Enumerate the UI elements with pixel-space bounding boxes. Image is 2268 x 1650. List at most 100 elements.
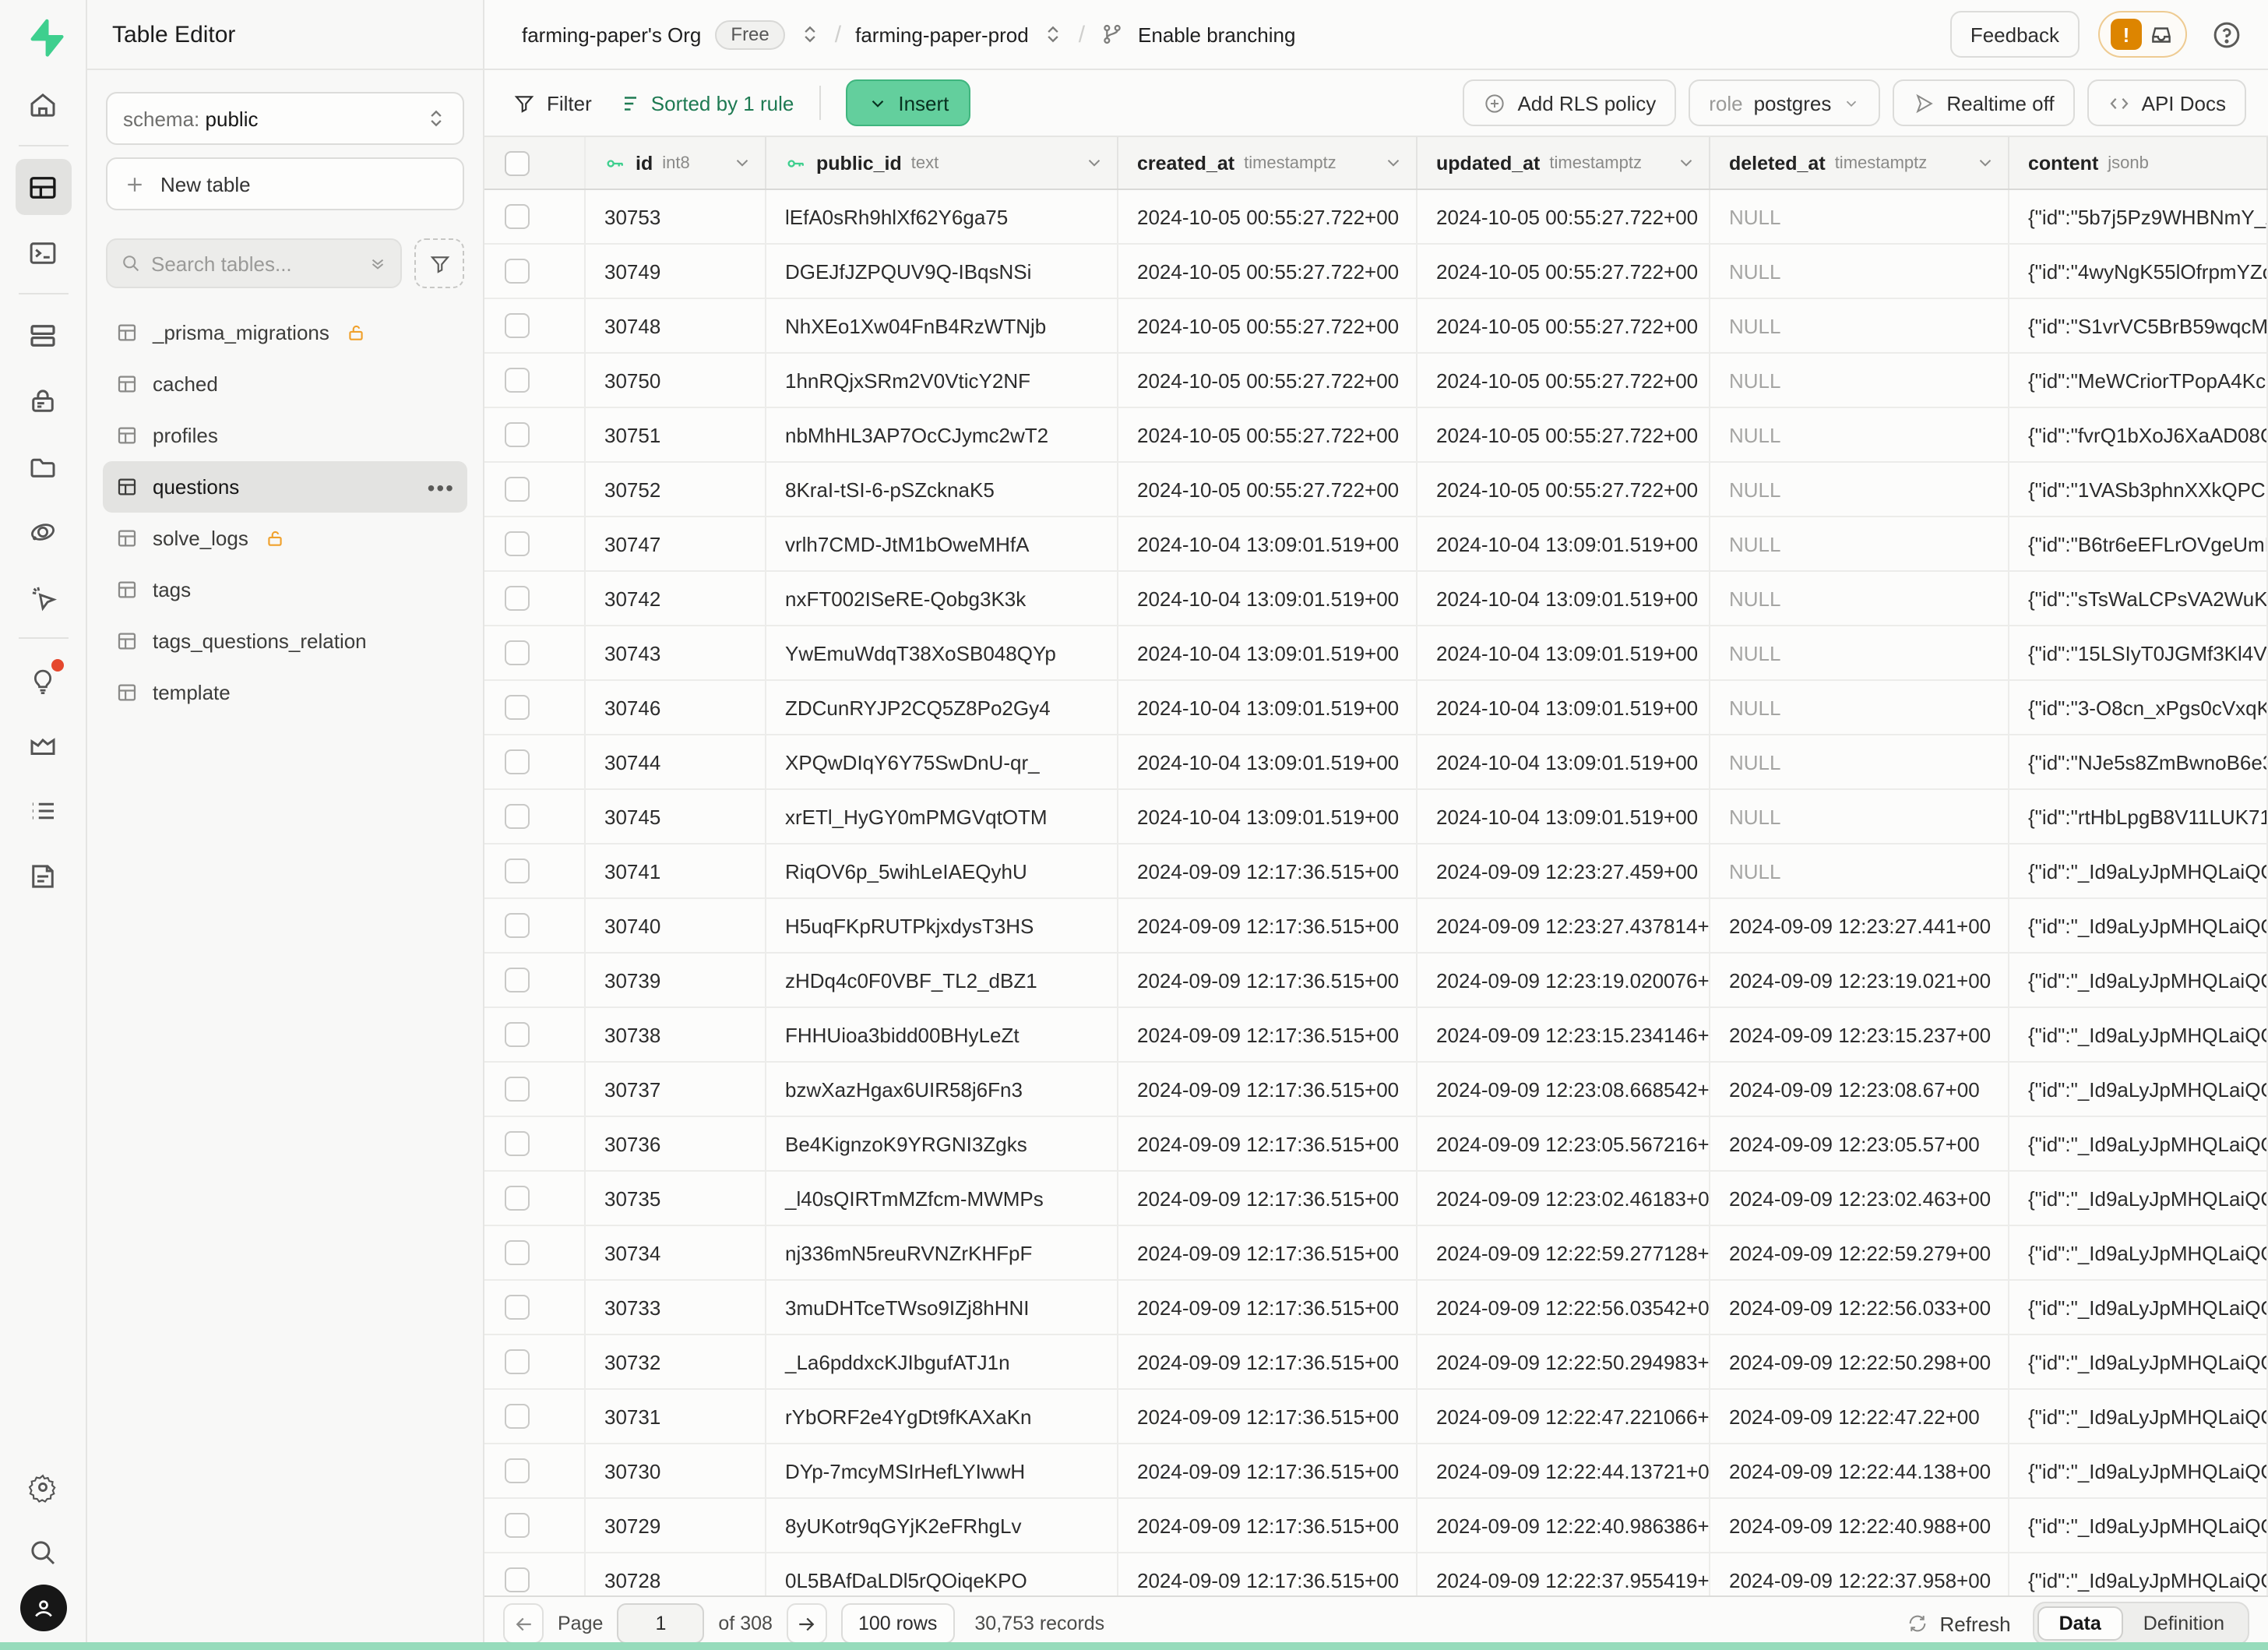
cell-public-id[interactable]: YwEmuWdqT38XoSB048QYp: [766, 626, 1118, 679]
cell-public-id[interactable]: 3muDHTceTWso9IZj8hHNI: [766, 1281, 1118, 1334]
table-options-button[interactable]: •••: [428, 474, 455, 499]
cell-created-at[interactable]: 2024-10-04 13:09:01.519+00: [1118, 681, 1418, 734]
cell-updated-at[interactable]: 2024-09-09 12:22:59.277128+00: [1418, 1226, 1710, 1279]
cell-deleted-at[interactable]: NULL: [1710, 790, 2009, 843]
tab-data[interactable]: Data: [2037, 1606, 2123, 1641]
sidebar-table-tags[interactable]: tags: [103, 564, 467, 615]
cell-updated-at[interactable]: 2024-09-09 12:22:56.03542+00: [1418, 1281, 1710, 1334]
sidebar-table-solve_logs[interactable]: solve_logs: [103, 513, 467, 564]
search-tables-input[interactable]: Search tables...: [106, 238, 402, 288]
chevrons-up-down-icon[interactable]: [1043, 23, 1065, 45]
cell-updated-at[interactable]: 2024-10-05 00:55:27.722+00: [1418, 190, 1710, 243]
cell-updated-at[interactable]: 2024-09-09 12:22:44.13721+00: [1418, 1444, 1710, 1497]
cell-deleted-at[interactable]: NULL: [1710, 735, 2009, 788]
add-rls-policy-button[interactable]: Add RLS policy: [1463, 79, 1676, 126]
cell-id[interactable]: 30752: [586, 463, 766, 516]
chevron-down-icon[interactable]: [1383, 153, 1403, 173]
chevrons-up-down-icon[interactable]: [799, 23, 821, 45]
row-checkbox[interactable]: [505, 640, 530, 665]
cell-content[interactable]: {"id":"5b7j5Pz9WHBNmY_A: [2009, 190, 2268, 243]
cell-content[interactable]: {"id":"3-O8cn_xPgs0cVxqKB: [2009, 681, 2268, 734]
cell-id[interactable]: 30753: [586, 190, 766, 243]
cell-deleted-at[interactable]: NULL: [1710, 463, 2009, 516]
cell-content[interactable]: {"id":"_Id9aLyJpMHQLaiQG: [2009, 899, 2268, 952]
cell-deleted-at[interactable]: 2024-09-09 12:22:40.988+00: [1710, 1499, 2009, 1552]
cell-updated-at[interactable]: 2024-09-09 12:22:37.955419+00: [1418, 1553, 1710, 1595]
cell-created-at[interactable]: 2024-10-05 00:55:27.722+00: [1118, 190, 1418, 243]
sidebar-item-sql-editor[interactable]: [15, 224, 71, 280]
cell-updated-at[interactable]: 2024-09-09 12:22:50.294983+00: [1418, 1335, 1710, 1388]
cell-content[interactable]: {"id":"_Id9aLyJpMHQLaiQG: [2009, 1553, 2268, 1595]
role-select[interactable]: role postgres: [1689, 79, 1879, 126]
cell-content[interactable]: {"id":"15LSIyT0JGMf3Kl4Vn: [2009, 626, 2268, 679]
row-checkbox[interactable]: [505, 968, 530, 992]
cell-created-at[interactable]: 2024-10-04 13:09:01.519+00: [1118, 735, 1418, 788]
cell-updated-at[interactable]: 2024-09-09 12:23:19.020076+00: [1418, 954, 1710, 1007]
cell-public-id[interactable]: 1hnRQjxSRm2V0VticY2NF: [766, 354, 1118, 407]
notifications-button[interactable]: !: [2098, 11, 2187, 58]
cell-updated-at[interactable]: 2024-09-09 12:23:05.567216+00: [1418, 1117, 1710, 1170]
row-checkbox[interactable]: [505, 586, 530, 611]
cell-created-at[interactable]: 2024-09-09 12:17:36.515+00: [1118, 1226, 1418, 1279]
sidebar-item-settings[interactable]: [15, 1458, 71, 1514]
sidebar-item-reports[interactable]: [15, 717, 71, 773]
cell-updated-at[interactable]: 2024-10-04 13:09:01.519+00: [1418, 735, 1710, 788]
cell-id[interactable]: 30728: [586, 1553, 766, 1595]
row-checkbox[interactable]: [505, 1022, 530, 1047]
cell-updated-at[interactable]: 2024-10-05 00:55:27.722+00: [1418, 299, 1710, 352]
cell-content[interactable]: {"id":"_Id9aLyJpMHQLaiQG: [2009, 1063, 2268, 1116]
help-button[interactable]: [2206, 14, 2246, 55]
row-checkbox[interactable]: [505, 749, 530, 774]
sidebar-item-realtime[interactable]: [15, 569, 71, 625]
cell-content[interactable]: {"id":"_Id9aLyJpMHQLaiQG: [2009, 1172, 2268, 1225]
cell-updated-at[interactable]: 2024-10-05 00:55:27.722+00: [1418, 354, 1710, 407]
cell-public-id[interactable]: vrlh7CMD-JtM1bOweMHfA: [766, 517, 1118, 570]
cell-deleted-at[interactable]: 2024-09-09 12:23:19.021+00: [1710, 954, 2009, 1007]
row-checkbox[interactable]: [505, 422, 530, 447]
cell-content[interactable]: {"id":"_Id9aLyJpMHQLaiQG: [2009, 1335, 2268, 1388]
cell-updated-at[interactable]: 2024-09-09 12:23:27.459+00: [1418, 844, 1710, 897]
sidebar-table-cached[interactable]: cached: [103, 358, 467, 410]
cell-public-id[interactable]: Be4KignzoK9YRGNI3Zgks: [766, 1117, 1118, 1170]
cell-deleted-at[interactable]: NULL: [1710, 299, 2009, 352]
cell-created-at[interactable]: 2024-09-09 12:17:36.515+00: [1118, 1390, 1418, 1443]
next-page-button[interactable]: [787, 1603, 827, 1644]
schema-select[interactable]: schema: public: [106, 92, 464, 145]
feedback-button[interactable]: Feedback: [1950, 11, 2080, 58]
cell-id[interactable]: 30750: [586, 354, 766, 407]
sidebar-item-auth[interactable]: [15, 372, 71, 428]
sidebar-item-advisors[interactable]: [15, 651, 71, 707]
cell-public-id[interactable]: ZDCunRYJP2CQ5Z8Po2Gy4: [766, 681, 1118, 734]
cell-id[interactable]: 30736: [586, 1117, 766, 1170]
column-header-id[interactable]: idint8: [586, 137, 766, 189]
cell-deleted-at[interactable]: 2024-09-09 12:22:59.279+00: [1710, 1226, 2009, 1279]
cell-deleted-at[interactable]: NULL: [1710, 354, 2009, 407]
cell-created-at[interactable]: 2024-09-09 12:17:36.515+00: [1118, 1499, 1418, 1552]
cell-deleted-at[interactable]: NULL: [1710, 681, 2009, 734]
cell-deleted-at[interactable]: NULL: [1710, 408, 2009, 461]
row-checkbox[interactable]: [505, 531, 530, 556]
column-header-deleted_at[interactable]: deleted_attimestamptz: [1710, 137, 2009, 189]
cell-public-id[interactable]: H5uqFKpRUTPkjxdysT3HS: [766, 899, 1118, 952]
row-checkbox[interactable]: [505, 477, 530, 502]
plan-badge[interactable]: Free: [715, 19, 784, 49]
cell-deleted-at[interactable]: 2024-09-09 12:23:05.57+00: [1710, 1117, 2009, 1170]
chevron-down-icon[interactable]: [1676, 153, 1696, 173]
cell-updated-at[interactable]: 2024-10-04 13:09:01.519+00: [1418, 572, 1710, 625]
cell-updated-at[interactable]: 2024-09-09 12:22:47.221066+00: [1418, 1390, 1710, 1443]
cell-created-at[interactable]: 2024-09-09 12:17:36.515+00: [1118, 1117, 1418, 1170]
cell-content[interactable]: {"id":"_Id9aLyJpMHQLaiQG: [2009, 1390, 2268, 1443]
cell-id[interactable]: 30741: [586, 844, 766, 897]
column-header-created_at[interactable]: created_attimestamptz: [1118, 137, 1418, 189]
cell-public-id[interactable]: nj336mN5reuRVNZrKHFpF: [766, 1226, 1118, 1279]
cell-updated-at[interactable]: 2024-10-05 00:55:27.722+00: [1418, 245, 1710, 298]
select-all-checkbox[interactable]: [505, 150, 530, 175]
cell-created-at[interactable]: 2024-09-09 12:17:36.515+00: [1118, 1008, 1418, 1061]
cell-deleted-at[interactable]: 2024-09-09 12:23:27.441+00: [1710, 899, 2009, 952]
sidebar-item-edge-functions[interactable]: [15, 503, 71, 559]
cell-id[interactable]: 30740: [586, 899, 766, 952]
cell-deleted-at[interactable]: 2024-09-09 12:22:44.138+00: [1710, 1444, 2009, 1497]
sidebar-item-api-docs[interactable]: [15, 848, 71, 904]
cell-created-at[interactable]: 2024-10-05 00:55:27.722+00: [1118, 245, 1418, 298]
column-header-updated_at[interactable]: updated_attimestamptz: [1418, 137, 1710, 189]
